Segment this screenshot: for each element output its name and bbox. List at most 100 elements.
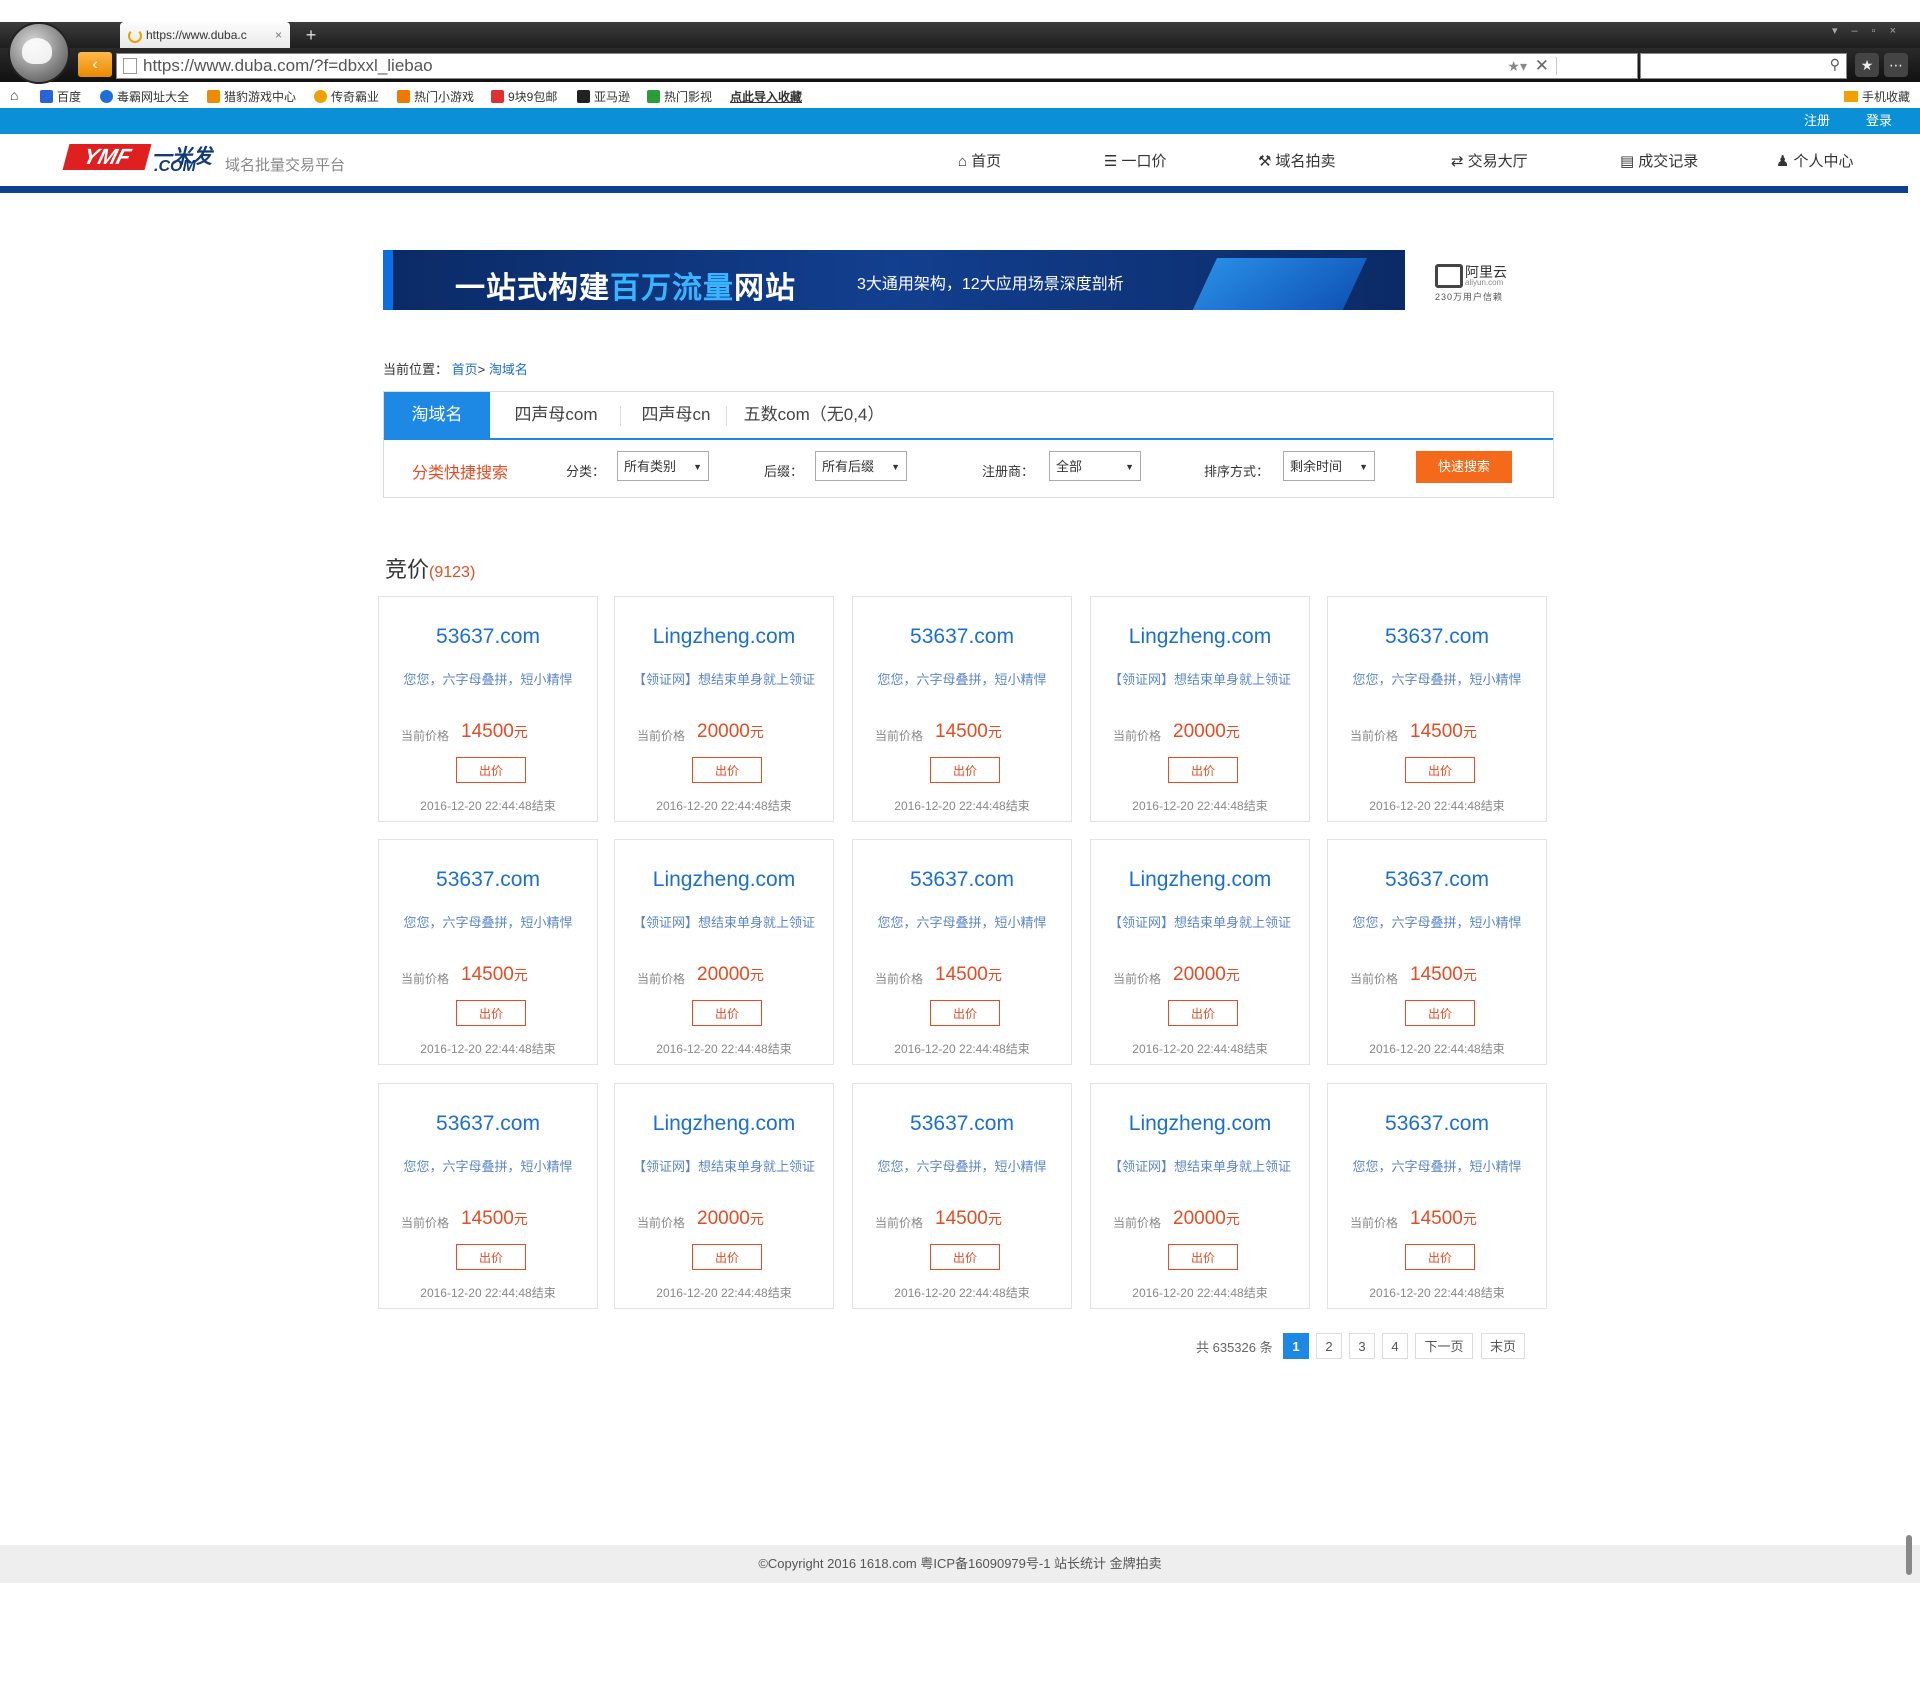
domain-name[interactable]: 53637.com bbox=[379, 868, 597, 892]
domain-name[interactable]: 53637.com bbox=[1328, 868, 1546, 892]
auction-card[interactable]: Lingzheng.com 【领证网】想结束单身就上领证 当前价格 20000元 出价 2… bbox=[1090, 1083, 1310, 1309]
bookmark-item[interactable]: 传奇霸业 bbox=[314, 88, 379, 105]
page-button[interactable]: 3 bbox=[1349, 1333, 1375, 1359]
breadcrumb-home-link[interactable]: 首页 bbox=[452, 362, 478, 377]
suffix-select[interactable]: 所有后缀 ▼ bbox=[815, 451, 907, 481]
auction-card[interactable]: 53637.com 您您，六字母叠拼，短小精悍 当前价格 14500元 出价 2016-1… bbox=[378, 596, 598, 822]
sort-select[interactable]: 剩余时间 ▼ bbox=[1283, 451, 1375, 481]
favorite-star-icon[interactable]: ★▾ bbox=[1507, 54, 1527, 78]
domain-name[interactable]: 53637.com bbox=[379, 1112, 597, 1136]
bid-button[interactable]: 出价 bbox=[1168, 1000, 1238, 1026]
tab-tao-domain[interactable]: 淘域名 bbox=[384, 392, 490, 438]
bookmark-item[interactable]: 热门小游戏 bbox=[397, 88, 474, 105]
register-link[interactable]: 注册 bbox=[1804, 108, 1830, 134]
import-bookmarks-link[interactable]: 点此导入收藏 bbox=[730, 88, 802, 105]
auction-card[interactable]: 53637.com 您您，六字母叠拼，短小精悍 当前价格 14500元 出价 2016-1… bbox=[378, 839, 598, 1065]
domain-name[interactable]: 53637.com bbox=[853, 625, 1071, 649]
search-icon[interactable]: ⚲ bbox=[1830, 56, 1840, 73]
search-engine-icon[interactable] bbox=[1556, 57, 1617, 75]
auction-card[interactable]: 53637.com 您您，六字母叠拼，短小精悍 当前价格 14500元 出价 2016-1… bbox=[852, 839, 1072, 1065]
bookmark-item[interactable]: 9块9包邮 bbox=[491, 88, 557, 105]
bookmark-item[interactable]: 亚马逊 bbox=[577, 88, 630, 105]
nav-records[interactable]: ▤ 成交记录 bbox=[1620, 150, 1698, 171]
nav-trade-hall[interactable]: ⇄ 交易大厅 bbox=[1451, 150, 1528, 171]
bid-button[interactable]: 出价 bbox=[930, 1000, 1000, 1026]
address-bar[interactable]: https://www.duba.com/?f=dbxxl_liebao ★▾ … bbox=[116, 53, 1638, 79]
tab-four-letter-cn[interactable]: 四声母cn bbox=[624, 392, 728, 438]
bookmark-item[interactable]: 毒霸网址大全 bbox=[100, 88, 189, 105]
bid-button[interactable]: 出价 bbox=[930, 1244, 1000, 1270]
bookmark-item[interactable]: 热门影视 bbox=[647, 88, 712, 105]
ad-banner[interactable]: 一站式构建百万流量网站 3大通用架构，12大应用场景深度剖析 bbox=[383, 250, 1405, 310]
domain-name[interactable]: 53637.com bbox=[1328, 1112, 1546, 1136]
browser-tab[interactable]: https://www.duba.c × bbox=[120, 22, 290, 48]
auction-card[interactable]: Lingzheng.com 【领证网】想结束单身就上领证 当前价格 20000元 出价 2… bbox=[1090, 839, 1310, 1065]
mobile-favorites[interactable]: 手机收藏 bbox=[1843, 88, 1910, 105]
bid-button[interactable]: 出价 bbox=[1405, 1000, 1475, 1026]
tab-five-digit-com[interactable]: 五数com（无0,4） bbox=[734, 392, 894, 438]
auction-card[interactable]: 53637.com 您您，六字母叠拼，短小精悍 当前价格 14500元 出价 2016-1… bbox=[1327, 596, 1547, 822]
page-button[interactable]: 2 bbox=[1316, 1333, 1342, 1359]
bid-button[interactable]: 出价 bbox=[1405, 1244, 1475, 1270]
bid-button[interactable]: 出价 bbox=[456, 1000, 526, 1026]
auction-card[interactable]: 53637.com 您您，六字母叠拼，短小精悍 当前价格 14500元 出价 2016-1… bbox=[852, 1083, 1072, 1309]
domain-name[interactable]: Lingzheng.com bbox=[615, 625, 833, 649]
page-button[interactable]: 1 bbox=[1283, 1333, 1309, 1359]
bid-button[interactable]: 出价 bbox=[456, 757, 526, 783]
domain-name[interactable]: Lingzheng.com bbox=[1091, 868, 1309, 892]
auction-card[interactable]: Lingzheng.com 【领证网】想结束单身就上领证 当前价格 20000元 出价 2… bbox=[614, 596, 834, 822]
bid-button[interactable]: 出价 bbox=[1168, 757, 1238, 783]
domain-name[interactable]: 53637.com bbox=[1328, 625, 1546, 649]
quick-search-button[interactable]: 快速搜索 bbox=[1416, 451, 1512, 483]
browser-logo-icon[interactable] bbox=[8, 22, 70, 84]
browser-search-input[interactable]: ⚲ bbox=[1640, 53, 1847, 79]
domain-name[interactable]: 53637.com bbox=[853, 1112, 1071, 1136]
bid-button[interactable]: 出价 bbox=[692, 1000, 762, 1026]
tab-close-icon[interactable]: × bbox=[275, 22, 282, 48]
domain-name[interactable]: Lingzheng.com bbox=[1091, 1112, 1309, 1136]
auction-card[interactable]: 53637.com 您您，六字母叠拼，短小精悍 当前价格 14500元 出价 2016-1… bbox=[1327, 839, 1547, 1065]
breadcrumb-current[interactable]: 淘域名 bbox=[489, 362, 528, 377]
page-button[interactable]: 4 bbox=[1382, 1333, 1408, 1359]
nav-fixed-price[interactable]: ☰ 一口价 bbox=[1104, 150, 1166, 171]
domain-name[interactable]: Lingzheng.com bbox=[1091, 625, 1309, 649]
bookmark-item[interactable]: 百度 bbox=[40, 88, 81, 105]
auction-card[interactable]: Lingzheng.com 【领证网】想结束单身就上领证 当前价格 20000元 出价 2… bbox=[614, 839, 834, 1065]
bid-button[interactable]: 出价 bbox=[1168, 1244, 1238, 1270]
aliyun-brand[interactable]: 阿里云 aliyun.com 230万用户信赖 bbox=[1435, 262, 1525, 302]
nav-user-center[interactable]: ♟ 个人中心 bbox=[1776, 150, 1853, 171]
home-icon[interactable]: ⌂ bbox=[10, 87, 18, 103]
bookmark-item[interactable]: 猎豹游戏中心 bbox=[207, 88, 296, 105]
auction-card[interactable]: 53637.com 您您，六字母叠拼，短小精悍 当前价格 14500元 出价 2016-1… bbox=[852, 596, 1072, 822]
scrollbar-thumb[interactable] bbox=[1906, 1535, 1912, 1575]
site-logo[interactable]: YMF 一米发 .COM bbox=[62, 140, 216, 176]
menu-icon[interactable]: ⋯ bbox=[1884, 53, 1908, 77]
window-controls[interactable]: ▾–▫× bbox=[1832, 24, 1910, 37]
auction-card[interactable]: Lingzheng.com 【领证网】想结束单身就上领证 当前价格 20000元 出价 2… bbox=[614, 1083, 834, 1309]
bid-button[interactable]: 出价 bbox=[1405, 757, 1475, 783]
domain-name[interactable]: Lingzheng.com bbox=[615, 868, 833, 892]
favorites-icon[interactable]: ★ bbox=[1855, 53, 1879, 77]
aliyun-logo-icon bbox=[1435, 264, 1463, 288]
registrar-select[interactable]: 全部 ▼ bbox=[1049, 451, 1141, 481]
auction-card[interactable]: 53637.com 您您，六字母叠拼，短小精悍 当前价格 14500元 出价 2016-1… bbox=[378, 1083, 598, 1309]
last-page-button[interactable]: 末页 bbox=[1481, 1333, 1525, 1359]
domain-name[interactable]: Lingzheng.com bbox=[615, 1112, 833, 1136]
auction-card[interactable]: Lingzheng.com 【领证网】想结束单身就上领证 当前价格 20000元 出价 2… bbox=[1090, 596, 1310, 822]
stop-icon[interactable]: ✕ bbox=[1535, 54, 1549, 78]
login-link[interactable]: 登录 bbox=[1866, 108, 1892, 134]
nav-home[interactable]: ⌂ 首页 bbox=[958, 150, 1001, 171]
tab-four-letter-com[interactable]: 四声母com bbox=[496, 392, 616, 438]
next-page-button[interactable]: 下一页 bbox=[1415, 1333, 1473, 1359]
new-tab-button[interactable]: + bbox=[300, 22, 322, 48]
domain-name[interactable]: 53637.com bbox=[853, 868, 1071, 892]
bid-button[interactable]: 出价 bbox=[692, 757, 762, 783]
nav-auction[interactable]: ⚒ 域名拍卖 bbox=[1258, 150, 1335, 171]
domain-name[interactable]: 53637.com bbox=[379, 625, 597, 649]
back-button[interactable]: ‹ bbox=[78, 52, 112, 77]
auction-card[interactable]: 53637.com 您您，六字母叠拼，短小精悍 当前价格 14500元 出价 2016-1… bbox=[1327, 1083, 1547, 1309]
bid-button[interactable]: 出价 bbox=[692, 1244, 762, 1270]
bid-button[interactable]: 出价 bbox=[930, 757, 1000, 783]
bid-button[interactable]: 出价 bbox=[456, 1244, 526, 1270]
category-select[interactable]: 所有类别 ▼ bbox=[617, 451, 709, 481]
